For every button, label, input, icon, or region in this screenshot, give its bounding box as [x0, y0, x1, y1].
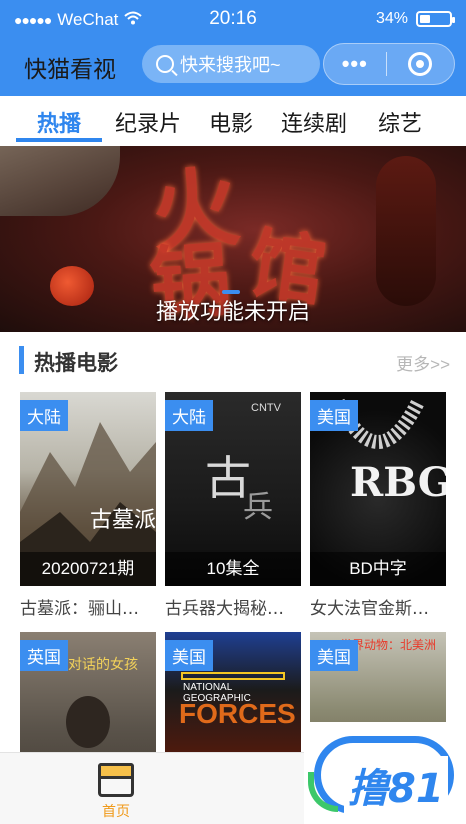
banner-art-fish — [0, 146, 120, 216]
banner-caption: 播放功能未开启 — [155, 299, 310, 324]
poster-title-art: FORCES — [179, 698, 296, 729]
movie-title: 古兵器大揭秘… — [165, 599, 284, 619]
episode-overlay: 10集全 — [165, 552, 301, 586]
episode-overlay: BD中字 — [310, 552, 446, 586]
movie-title: 古墓派：骊山… — [20, 599, 139, 619]
movie-poster: 古墓派 大陆 20200721期 — [20, 392, 156, 586]
region-badge: 大陆 — [165, 400, 213, 431]
header: 快猫看视 快来搜我吧~ ••• — [0, 40, 466, 92]
battery-icon — [416, 11, 455, 27]
banner-art-skewer — [376, 156, 436, 306]
nav-home-label: 首页 — [102, 803, 130, 819]
close-miniapp-button[interactable] — [387, 52, 454, 76]
section-more-link[interactable]: 更多>> — [396, 350, 450, 375]
movie-title: 女大法官金斯… — [310, 599, 429, 619]
movie-card[interactable]: CNTV 古 兵 大陆 10集全 古兵器大揭秘… — [165, 392, 301, 619]
search-input[interactable]: 快来搜我吧~ — [142, 45, 320, 83]
battery-indicator: 34% — [375, 10, 455, 28]
section-title: 热播电影 — [34, 351, 118, 375]
search-icon — [156, 55, 174, 73]
natgeo-logo-icon — [181, 672, 285, 680]
tab-movie[interactable]: 电影 — [206, 96, 256, 146]
section-header: 热播电影 更多>> — [0, 338, 466, 382]
region-badge: 美国 — [310, 400, 358, 431]
tab-series[interactable]: 连续剧 — [278, 96, 350, 146]
tab-documentary[interactable]: 纪录片 — [110, 96, 186, 146]
tab-hot[interactable]: 热播 — [16, 96, 102, 146]
poster-logo: CNTV — [251, 402, 281, 414]
top-bar: ●●●●● WeChat 20:16 34% 快猫看视 快来搜我吧~ ••• — [0, 0, 466, 96]
target-icon — [408, 52, 433, 76]
banner-carousel[interactable]: 火 锅 馆 播放功能未开启 — [0, 146, 466, 332]
nav-home[interactable]: 首页 — [96, 763, 136, 821]
episode-overlay: 20200721期 — [20, 552, 156, 586]
movie-poster: RBG 美国 BD中字 — [310, 392, 446, 586]
site-watermark: 撸81 — [304, 722, 466, 824]
section-accent-bar — [19, 346, 24, 374]
region-badge: 英国 — [20, 640, 68, 671]
search-placeholder: 快来搜我吧~ — [180, 55, 281, 75]
region-badge: 大陆 — [20, 400, 68, 431]
battery-fill — [420, 15, 430, 23]
region-badge: 美国 — [310, 640, 358, 671]
status-bar: ●●●●● WeChat 20:16 34% — [0, 0, 466, 36]
category-tabs: 热播 纪录片 电影 连续剧 综艺 — [0, 96, 466, 146]
poster-title-art: 古墓派 — [90, 508, 156, 533]
tab-variety[interactable]: 综艺 — [374, 96, 426, 146]
movie-card[interactable]: RBG 美国 BD中字 女大法官金斯… — [310, 392, 446, 619]
battery-percent: 34% — [375, 10, 408, 27]
poster-letters-art: RBG — [350, 459, 446, 506]
region-badge: 美国 — [165, 640, 213, 671]
movie-card[interactable]: 古墓派 大陆 20200721期 古墓派：骊山… — [20, 392, 156, 619]
more-button[interactable]: ••• — [324, 51, 386, 77]
home-store-icon — [98, 763, 134, 797]
app-title: 快猫看视 — [24, 57, 116, 83]
miniapp-capsule: ••• — [323, 43, 455, 85]
movie-poster: CNTV 古 兵 大陆 10集全 — [165, 392, 301, 586]
watermark-swoosh-icon — [308, 772, 338, 812]
watermark-text: 撸81 — [344, 756, 448, 814]
poster-calligraphy-art: 兵 — [243, 490, 273, 525]
